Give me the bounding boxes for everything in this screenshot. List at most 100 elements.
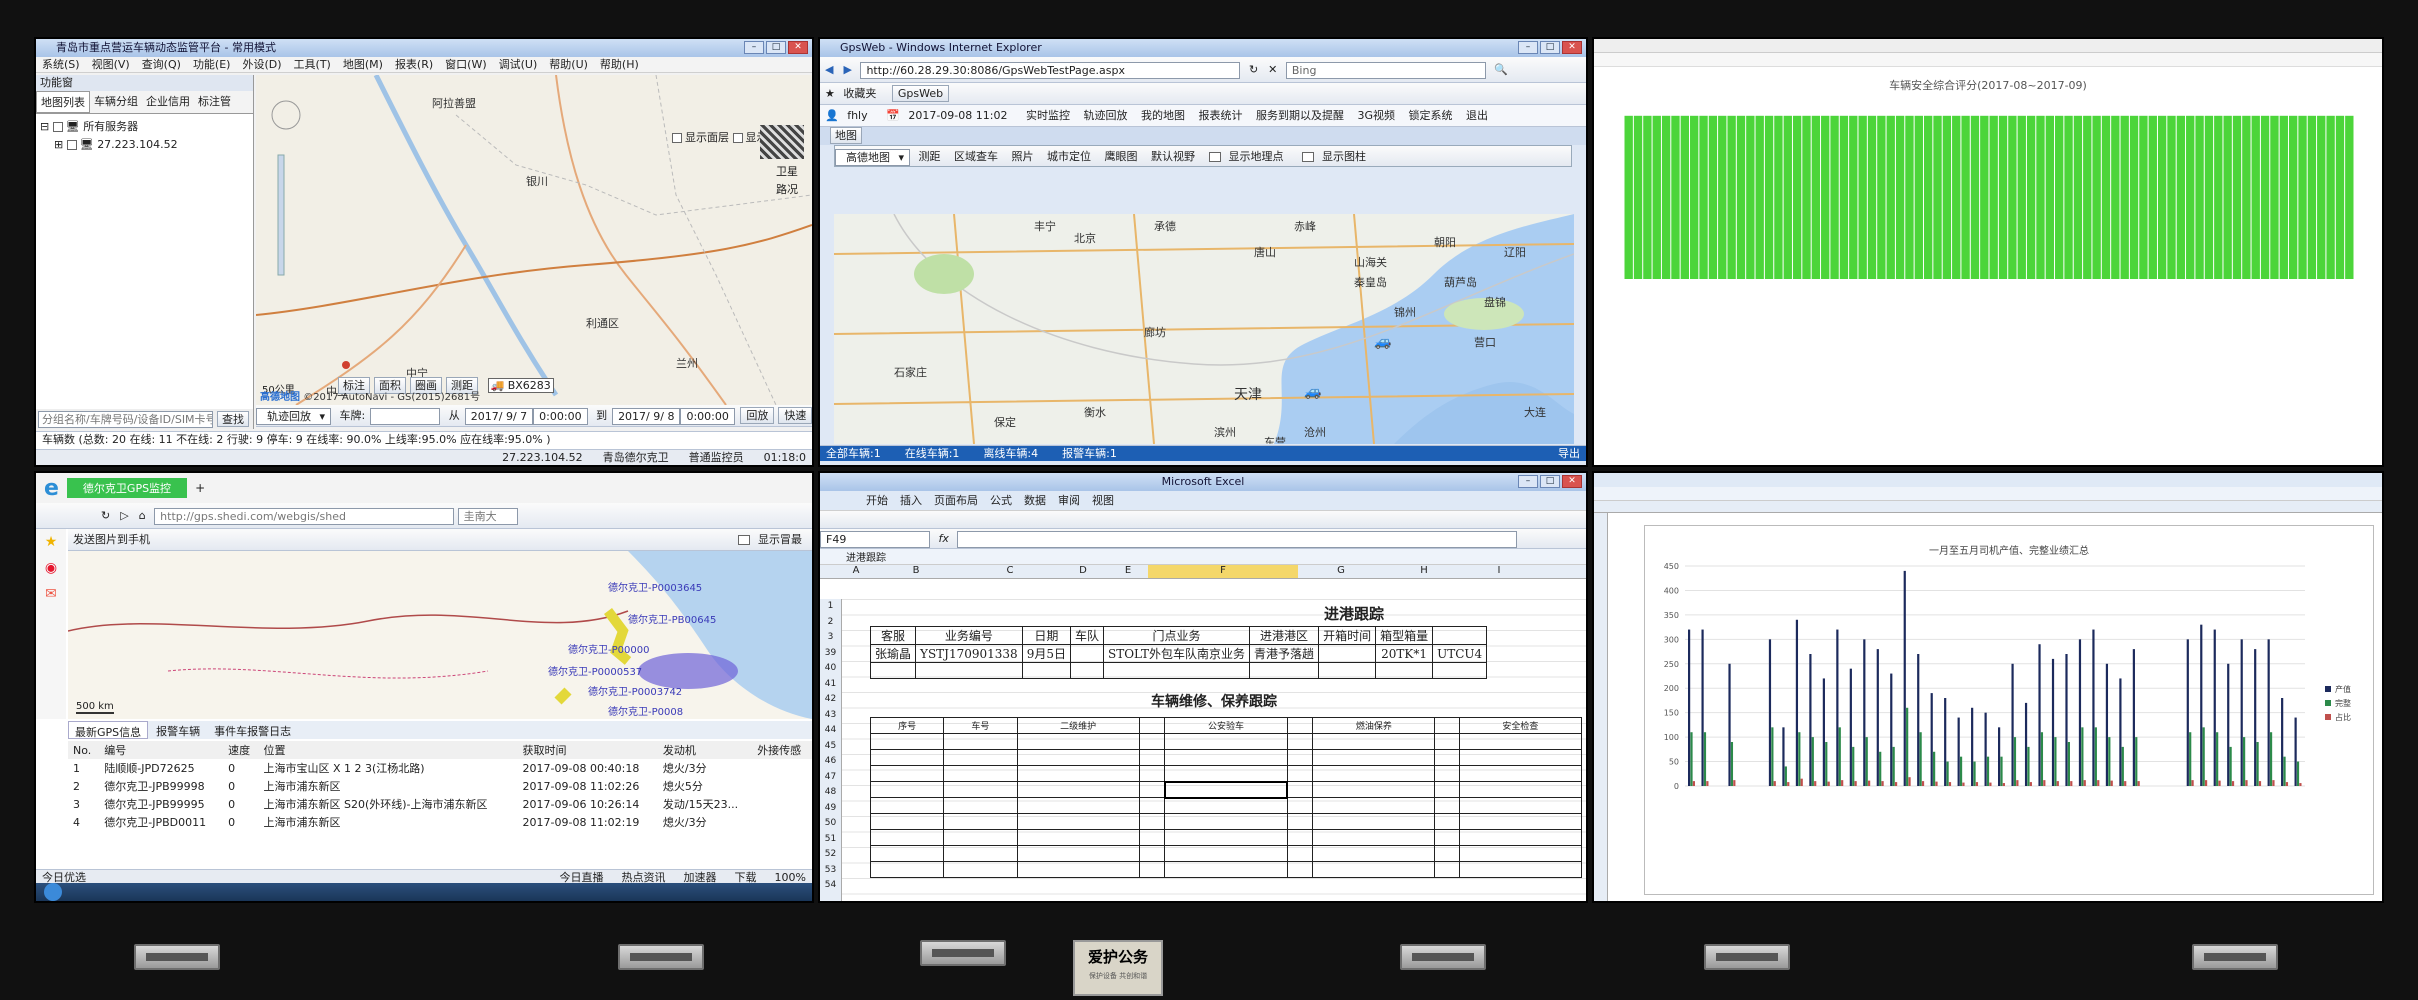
browser-tab[interactable]: GpsWeb [891,85,950,102]
pillars-checkbox[interactable] [1302,152,1315,162]
map-view[interactable]: 阿拉善盟 银川 中卫 中宁 利通区 兰州 显示面层 显示照片 卫星 路况 50公… [256,75,812,405]
table-row[interactable]: 1 陆顺顺-JPD72625 0 上海市宝山区 X 1 2 3(江杨北路) 2017-0… [68,759,812,777]
browser-tab[interactable]: 德尔克卫GPS监控 [66,478,188,498]
tool-eagle[interactable]: 鹰眼图 [1100,150,1143,163]
nav-service[interactable]: 服务到期以及提醒 [1251,109,1349,122]
menu-help[interactable]: 帮助(H) [594,58,645,71]
data-cell[interactable]: 青港予落趟 [1249,644,1320,663]
header-cell[interactable]: 燃油保养 [1312,717,1436,734]
tab-markers[interactable]: 标注管 [194,91,235,113]
status-alarm[interactable]: 报警车辆:1 [1062,446,1117,461]
menu-window[interactable]: 窗口(W) [439,58,492,71]
column-header[interactable]: G [1298,565,1384,578]
date-from[interactable]: 2017/ 9/ 7 [464,407,534,425]
star-icon[interactable]: ★ [36,529,66,555]
column-header[interactable]: H [1384,565,1464,578]
column-header[interactable]: 速度 [223,741,258,759]
chart-frame[interactable]: 一月至五月司机产值、完整业绩汇总 0 50 100 150 200 250 300 350 40… [1644,525,2374,895]
column-header[interactable]: No. [68,741,99,759]
status-all[interactable]: 全部车辆:1 [826,446,881,461]
column-header[interactable]: E [1108,565,1148,578]
formula-input[interactable] [957,530,1518,548]
refresh-icon[interactable]: ↻ [96,509,115,522]
sheet-grid[interactable]: 进港跟踪 客服 业务编号 日期 车队 门点业务 进港港区 开箱时间 箱型箱量 张瑜晶 YSTJ1… [842,599,1586,899]
ribbon-home[interactable]: 开始 [860,494,894,507]
tab-event-log[interactable]: 事件车报警日志 [208,721,297,739]
nav-mymap[interactable]: 我的地图 [1136,109,1190,122]
map-type-select[interactable]: 高德地图 ▾ [835,148,911,166]
column-header[interactable]: I [1464,565,1534,578]
close-button[interactable]: ✕ [1562,475,1582,488]
column-header[interactable]: F [1148,565,1298,578]
forward-icon[interactable]: ▶ [838,63,856,76]
time-to[interactable]: 0:00:00 [680,407,735,425]
date-to[interactable]: 2017/ 9/ 8 [612,407,681,425]
data-cell[interactable]: 9月5日 [1021,644,1071,663]
minimize-button[interactable]: – [1518,475,1538,488]
tool-geo-points[interactable]: 显示地理点 [1204,150,1294,163]
url-input[interactable]: http://60.28.29.30:8086/GpsWebTestPage.a… [860,61,1241,79]
show-photo-checkbox[interactable] [732,133,743,143]
header-cell[interactable]: 序号 [869,717,945,734]
header-cell[interactable]: 开箱时间 [1318,626,1377,645]
header-cell[interactable]: 箱型箱量 [1375,626,1434,645]
fast-button[interactable]: 快速 [778,407,812,424]
header-cell[interactable]: 业务编号 [915,626,1023,645]
nav-logout[interactable]: 退出 [1461,109,1493,122]
column-header[interactable]: 编号 [99,741,223,759]
tree-child[interactable]: ⊞ 🖥 27.223.104.52 [40,136,249,154]
nav-realtime[interactable]: 实时监控 [1021,109,1075,122]
refresh-icon[interactable]: ↻ [1244,63,1263,76]
weibo-icon[interactable]: ◉ [36,555,66,581]
column-header[interactable]: B [870,565,962,578]
mail-icon[interactable]: ✉ [36,581,66,607]
menu-report[interactable]: 报表(R) [389,58,439,71]
nav-lock[interactable]: 锁定系统 [1403,109,1457,122]
column-header[interactable]: 发动机 [658,741,752,759]
car-input[interactable] [370,407,441,425]
maximize-button[interactable]: □ [766,41,786,54]
data-cell[interactable]: YSTJ170901338 [915,644,1023,663]
table-row[interactable]: 4 德尔克卫-JPBD0011 0 上海市浦东新区 2017-09-08 11:02:1… [68,813,812,831]
header-cell[interactable]: 二级维护 [1016,717,1140,734]
tool-photo[interactable]: 照片 [1007,150,1039,163]
vehicle-plate[interactable]: 德尔克卫-P0000537 [548,663,642,678]
data-cell[interactable] [1318,644,1377,663]
header-cell[interactable]: 车队 [1069,626,1104,645]
replay-button[interactable]: 回放 [740,407,775,424]
header-cell[interactable]: 安全检查 [1458,717,1583,734]
menu-system[interactable]: 系统(S) [36,58,86,71]
show-checkbox[interactable] [738,535,750,545]
vehicle-marker[interactable]: 🚙 [1304,384,1321,400]
search-button[interactable]: 查找 [217,411,249,427]
bing-search-input[interactable]: Bing [1285,61,1486,79]
menu-query[interactable]: 查询(Q) [136,58,187,71]
vehicle-plate[interactable]: 德尔克卫-PB00645 [628,611,716,626]
satellite-button[interactable]: 卫星 [776,163,798,179]
traffic-button[interactable]: 路况 [776,181,798,197]
tree-root-checkbox[interactable] [52,122,63,132]
menu-view[interactable]: 视图(V) [86,58,136,71]
ribbon-view[interactable]: 视图 [1086,494,1120,507]
search-input[interactable]: 圭南大 [457,507,518,525]
data-cell[interactable]: UTCU4 [1432,644,1488,663]
minimize-button[interactable]: – [1518,41,1538,54]
playback-select[interactable]: 轨迹回放 ▾ [256,407,332,425]
menu-help-u[interactable]: 帮助(U) [543,58,594,71]
url-input[interactable]: http://gps.shedi.com/webgis/shed [154,507,455,525]
send-photo-label[interactable]: 发送图片到手机 [68,533,155,546]
tab-map-list[interactable]: 地图列表 [36,91,90,113]
vehicle-plate[interactable]: 德尔克卫-P00000 [568,641,649,656]
vehicle-plate[interactable]: 德尔克卫-P0003742 [588,683,682,698]
map-view[interactable]: 北京 唐山 天津 廊坊 秦皇岛 沧州 保定 承德 朝阳 葫芦岛 营口 大连 赤峰… [834,214,1574,444]
column-header[interactable]: 外接传感 [752,741,812,759]
vehicle-marker[interactable]: 🚚 BX6283 [487,378,554,393]
close-button[interactable]: ✕ [1562,41,1582,54]
close-button[interactable]: ✕ [788,41,808,54]
back-icon[interactable]: ◀ [820,63,838,76]
tool-measure[interactable]: 测距 [914,150,946,163]
time-from[interactable]: 0:00:00 [533,407,588,425]
column-header[interactable]: C [962,565,1058,578]
menu-map[interactable]: 地图(M) [337,58,389,71]
favorites-icon[interactable]: ★ 收藏夹 [820,87,886,100]
